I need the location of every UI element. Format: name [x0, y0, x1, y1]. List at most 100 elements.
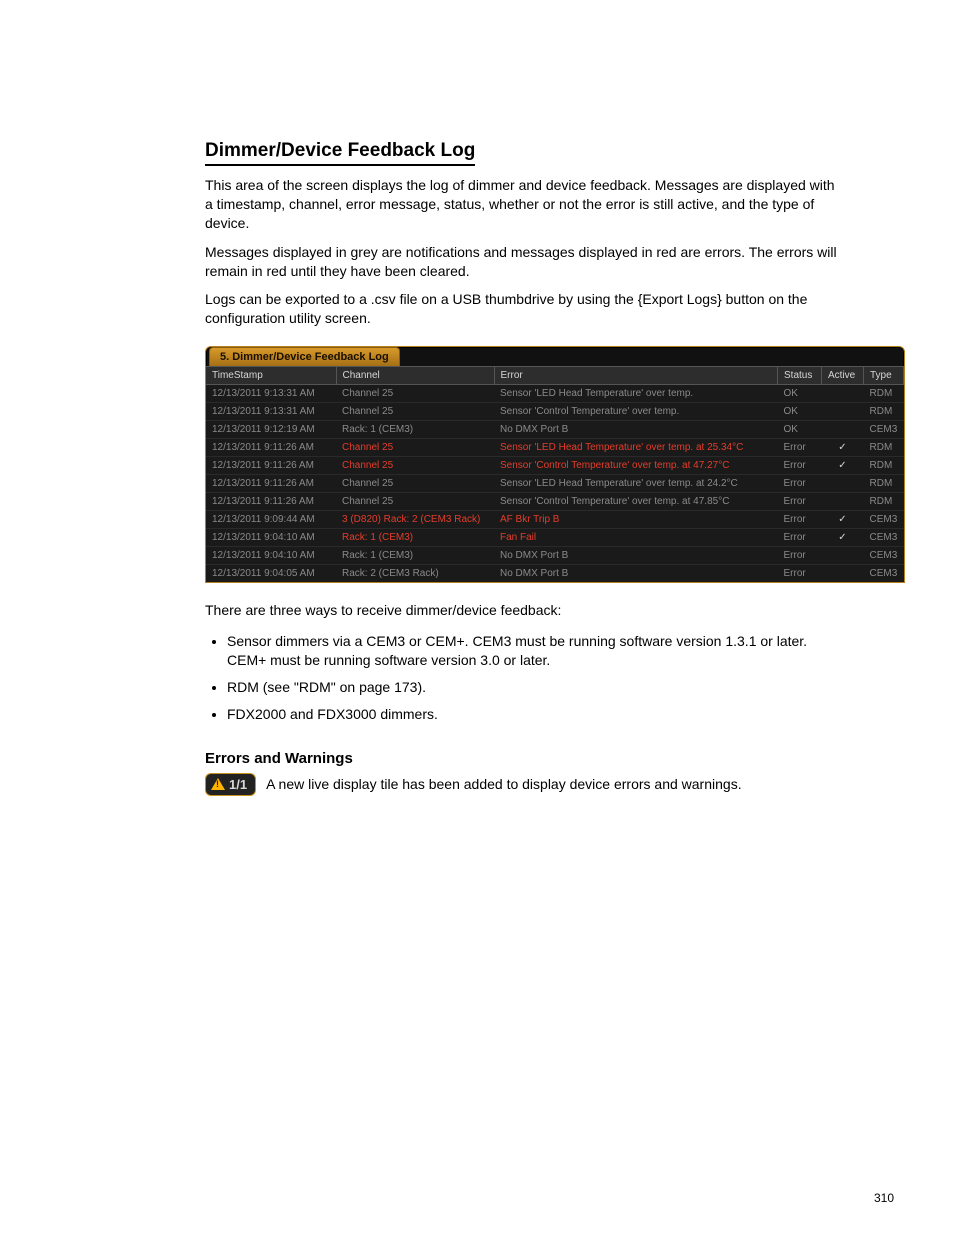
warning-count: 1/1 — [229, 777, 247, 792]
cell-channel: Channel 25 — [336, 385, 494, 403]
cell-status: OK — [778, 385, 822, 403]
cell-active — [822, 421, 864, 439]
cell-channel: Channel 25 — [336, 439, 494, 457]
cell-timestamp: 12/13/2011 9:13:31 AM — [206, 385, 336, 403]
cell-timestamp: 12/13/2011 9:04:10 AM — [206, 529, 336, 547]
after-figure-text: There are three ways to receive dimmer/d… — [205, 601, 844, 620]
cell-active — [822, 547, 864, 565]
errors-warnings-heading: Errors and Warnings — [205, 750, 894, 767]
cell-active — [822, 493, 864, 511]
cell-status: Error — [778, 493, 822, 511]
intro-text-block: This area of the screen displays the log… — [205, 176, 844, 328]
cell-type: CEM3 — [864, 547, 904, 565]
cell-error: No DMX Port B — [494, 547, 778, 565]
table-row[interactable]: 12/13/2011 9:13:31 AMChannel 25Sensor 'C… — [206, 403, 904, 421]
cell-type: RDM — [864, 439, 904, 457]
check-icon: ✓ — [838, 532, 846, 543]
col-error[interactable]: Error — [494, 367, 778, 385]
cell-type: RDM — [864, 385, 904, 403]
table-row[interactable]: 12/13/2011 9:11:26 AMChannel 25Sensor 'L… — [206, 475, 904, 493]
cell-type: RDM — [864, 403, 904, 421]
warning-description: A new live display tile has been added t… — [266, 776, 742, 792]
table-row[interactable]: 12/13/2011 9:04:10 AMRack: 1 (CEM3)No DM… — [206, 547, 904, 565]
cell-channel: Channel 25 — [336, 493, 494, 511]
cell-error: AF Bkr Trip B — [494, 511, 778, 529]
cell-timestamp: 12/13/2011 9:04:05 AM — [206, 565, 336, 583]
check-icon: ✓ — [838, 514, 846, 525]
col-channel[interactable]: Channel — [336, 367, 494, 385]
intro-para-1: This area of the screen displays the log… — [205, 176, 844, 233]
col-timestamp[interactable]: TimeStamp — [206, 367, 336, 385]
cell-error: Sensor 'Control Temperature' over temp. … — [494, 457, 778, 475]
col-active[interactable]: Active — [822, 367, 864, 385]
bullet-3: FDX2000 and FDX3000 dimmers. — [227, 705, 844, 724]
cell-type: RDM — [864, 457, 904, 475]
cell-type: CEM3 — [864, 511, 904, 529]
cell-type: RDM — [864, 475, 904, 493]
table-row[interactable]: 12/13/2011 9:04:05 AMRack: 2 (CEM3 Rack)… — [206, 565, 904, 583]
warning-row: 1/1 A new live display tile has been add… — [205, 773, 894, 796]
table-row[interactable]: 12/13/2011 9:12:19 AMRack: 1 (CEM3)No DM… — [206, 421, 904, 439]
cell-active: ✓ — [822, 529, 864, 547]
cell-type: RDM — [864, 493, 904, 511]
cell-active — [822, 475, 864, 493]
cell-type: CEM3 — [864, 529, 904, 547]
table-row[interactable]: 12/13/2011 9:11:26 AMChannel 25Sensor 'C… — [206, 493, 904, 511]
col-type[interactable]: Type — [864, 367, 904, 385]
cell-timestamp: 12/13/2011 9:11:26 AM — [206, 439, 336, 457]
cell-type: CEM3 — [864, 421, 904, 439]
cell-channel: Rack: 2 (CEM3 Rack) — [336, 565, 494, 583]
cell-error: Sensor 'LED Head Temperature' over temp.… — [494, 475, 778, 493]
check-icon: ✓ — [838, 460, 846, 471]
cell-status: Error — [778, 457, 822, 475]
intro-para-2: Messages displayed in grey are notificat… — [205, 243, 844, 281]
feedback-methods-list: Sensor dimmers via a CEM3 or CEM+. CEM3 … — [205, 632, 844, 724]
log-panel-figure: 5. Dimmer/Device Feedback Log TimeStamp … — [205, 346, 905, 583]
log-header-row: TimeStamp Channel Error Status Active Ty… — [206, 367, 904, 385]
cell-channel: Channel 25 — [336, 403, 494, 421]
cell-error: No DMX Port B — [494, 421, 778, 439]
cell-type: CEM3 — [864, 565, 904, 583]
table-row[interactable]: 12/13/2011 9:13:31 AMChannel 25Sensor 'L… — [206, 385, 904, 403]
cell-status: Error — [778, 547, 822, 565]
panel-tab[interactable]: 5. Dimmer/Device Feedback Log — [209, 347, 400, 366]
cell-status: Error — [778, 439, 822, 457]
cell-timestamp: 12/13/2011 9:11:26 AM — [206, 457, 336, 475]
cell-timestamp: 12/13/2011 9:09:44 AM — [206, 511, 336, 529]
col-status[interactable]: Status — [778, 367, 822, 385]
cell-channel: Rack: 1 (CEM3) — [336, 421, 494, 439]
intro-para-3: Logs can be exported to a .csv file on a… — [205, 290, 844, 328]
table-row[interactable]: 12/13/2011 9:09:44 AM3 (D820) Rack: 2 (C… — [206, 511, 904, 529]
cell-timestamp: 12/13/2011 9:13:31 AM — [206, 403, 336, 421]
cell-channel: Channel 25 — [336, 475, 494, 493]
table-row[interactable]: 12/13/2011 9:04:10 AMRack: 1 (CEM3)Fan F… — [206, 529, 904, 547]
bullet-1: Sensor dimmers via a CEM3 or CEM+. CEM3 … — [227, 632, 844, 670]
cell-status: Error — [778, 511, 822, 529]
bullet-2: RDM (see "RDM" on page 173). — [227, 678, 844, 697]
warning-badge[interactable]: 1/1 — [205, 773, 256, 796]
table-row[interactable]: 12/13/2011 9:11:26 AMChannel 25Sensor 'C… — [206, 457, 904, 475]
cell-channel: 3 (D820) Rack: 2 (CEM3 Rack) — [336, 511, 494, 529]
cell-status: Error — [778, 529, 822, 547]
cell-active — [822, 565, 864, 583]
cell-active: ✓ — [822, 439, 864, 457]
cell-channel: Channel 25 — [336, 457, 494, 475]
cell-active: ✓ — [822, 457, 864, 475]
cell-error: Sensor 'Control Temperature' over temp. … — [494, 493, 778, 511]
cell-status: Error — [778, 565, 822, 583]
cell-error: Sensor 'LED Head Temperature' over temp.… — [494, 439, 778, 457]
cell-channel: Rack: 1 (CEM3) — [336, 547, 494, 565]
section-heading: Dimmer/Device Feedback Log — [205, 140, 475, 166]
cell-error: Fan Fail — [494, 529, 778, 547]
warning-icon — [211, 778, 225, 790]
cell-active — [822, 403, 864, 421]
cell-active: ✓ — [822, 511, 864, 529]
cell-status: OK — [778, 403, 822, 421]
cell-error: Sensor 'Control Temperature' over temp. — [494, 403, 778, 421]
cell-timestamp: 12/13/2011 9:04:10 AM — [206, 547, 336, 565]
check-icon: ✓ — [838, 442, 846, 453]
page-number: 310 — [874, 1191, 894, 1205]
cell-active — [822, 385, 864, 403]
cell-status: Error — [778, 475, 822, 493]
table-row[interactable]: 12/13/2011 9:11:26 AMChannel 25Sensor 'L… — [206, 439, 904, 457]
